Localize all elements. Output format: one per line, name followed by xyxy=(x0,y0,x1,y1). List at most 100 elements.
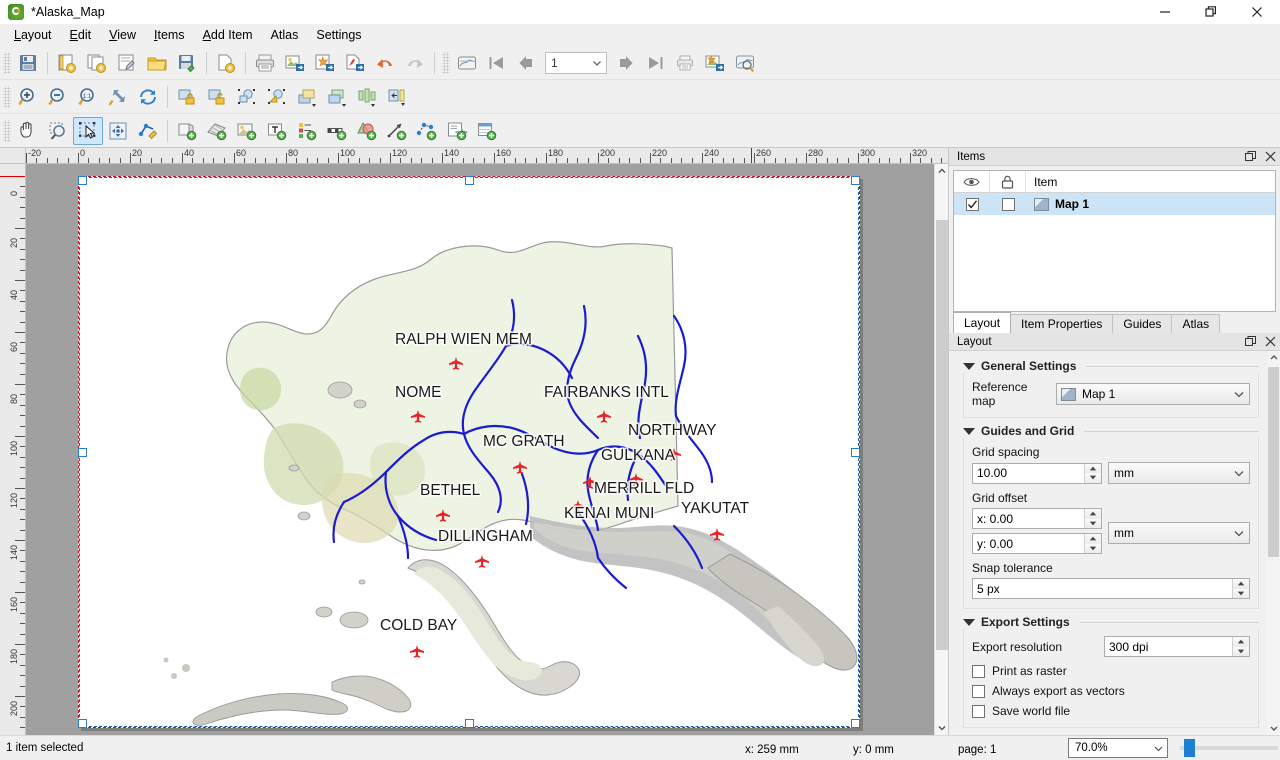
eye-icon[interactable] xyxy=(954,170,990,193)
print-icon[interactable] xyxy=(250,49,280,77)
open-template-icon[interactable] xyxy=(142,49,172,77)
snap-tolerance-input[interactable]: 5 px xyxy=(972,578,1250,599)
zoom-actual-icon[interactable]: 1:1 xyxy=(73,83,103,111)
scroll-thumb[interactable] xyxy=(936,220,948,650)
ungroup-items-icon[interactable] xyxy=(262,83,292,111)
items-table[interactable]: Item Map 1 xyxy=(953,170,1276,312)
menu-edit[interactable]: Edit xyxy=(61,26,101,45)
export-image-icon[interactable] xyxy=(280,49,310,77)
add-shape-icon[interactable] xyxy=(352,117,382,145)
atlas-page-spinner[interactable]: 1 xyxy=(545,51,607,74)
resize-handle-s[interactable] xyxy=(465,719,474,728)
atlas-export-image-icon[interactable] xyxy=(700,49,730,77)
collapse-triangle-icon[interactable] xyxy=(963,362,975,370)
stepper-up-icon[interactable] xyxy=(1233,579,1249,589)
collapse-triangle-icon[interactable] xyxy=(963,618,975,626)
chevron-down-icon[interactable] xyxy=(1229,388,1249,400)
zoom-tool-icon[interactable] xyxy=(43,117,73,145)
atlas-settings-icon[interactable] xyxy=(730,49,760,77)
zoom-in-icon[interactable] xyxy=(13,83,43,111)
menu-settings[interactable]: Settings xyxy=(307,26,370,45)
export-svg-icon[interactable] xyxy=(310,49,340,77)
stepper-up-icon[interactable] xyxy=(1085,534,1101,544)
resize-handle-sw[interactable] xyxy=(78,719,87,728)
select-move-item-icon[interactable] xyxy=(73,116,103,145)
add-map-icon[interactable] xyxy=(172,117,202,145)
add-label-icon[interactable] xyxy=(262,117,292,145)
zoom-level-combo[interactable]: 70.0% xyxy=(1068,738,1168,758)
edit-nodes-icon[interactable] xyxy=(133,117,163,145)
row-visibility-checkbox[interactable] xyxy=(954,193,990,215)
move-item-content-icon[interactable] xyxy=(103,117,133,145)
layout-panel-scrollbar[interactable] xyxy=(1267,351,1280,735)
atlas-toolbar-grip[interactable] xyxy=(442,51,450,74)
grid-offset-unit-combo[interactable]: mm xyxy=(1108,521,1250,544)
stepper-down-icon[interactable] xyxy=(1085,473,1101,483)
snap-tolerance-stepper[interactable] xyxy=(1232,579,1249,598)
group-items-icon[interactable] xyxy=(232,83,262,111)
grid-offset-x-input[interactable]: x: 0.00 xyxy=(972,508,1102,529)
scroll-up-icon[interactable] xyxy=(1267,351,1280,364)
row-lock-checkbox[interactable] xyxy=(990,193,1026,215)
atlas-first-feature-icon[interactable] xyxy=(482,49,512,77)
save-icon[interactable] xyxy=(13,49,43,77)
chevron-down-icon[interactable] xyxy=(1229,467,1249,479)
grid-spacing-unit-combo[interactable]: mm xyxy=(1108,462,1250,484)
tab-atlas[interactable]: Atlas xyxy=(1171,314,1221,333)
pan-layout-icon[interactable] xyxy=(13,117,43,145)
tab-item-properties[interactable]: Item Properties xyxy=(1010,314,1114,333)
add-attribute-table-icon[interactable] xyxy=(472,117,502,145)
menu-items[interactable]: Items xyxy=(145,26,194,45)
stepper-up-icon[interactable] xyxy=(1085,463,1101,473)
close-icon[interactable] xyxy=(1234,0,1280,24)
table-row[interactable]: Map 1 xyxy=(954,193,1275,215)
add-arrow-icon[interactable] xyxy=(382,117,412,145)
duplicate-layout-icon[interactable] xyxy=(82,49,112,77)
layout-manager-icon[interactable] xyxy=(112,49,142,77)
save-world-file-row[interactable]: Save world file xyxy=(972,704,1250,718)
stepper-down-icon[interactable] xyxy=(1085,543,1101,553)
row-item-cell[interactable]: Map 1 xyxy=(1026,193,1275,215)
guides-and-grid-header[interactable]: Guides and Grid xyxy=(963,424,1259,438)
layout-panel-close-icon[interactable] xyxy=(1260,333,1280,351)
grid-spacing-input[interactable]: 10.00 xyxy=(972,462,1102,484)
restore-icon[interactable] xyxy=(1188,0,1234,24)
chevron-down-icon[interactable] xyxy=(588,57,606,69)
save-world-file-checkbox[interactable] xyxy=(972,704,985,718)
resize-handle-w[interactable] xyxy=(78,448,87,457)
export-resolution-stepper[interactable] xyxy=(1232,637,1249,656)
stepper-down-icon[interactable] xyxy=(1233,646,1249,656)
add-legend-icon[interactable] xyxy=(292,117,322,145)
always-export-as-vectors-checkbox[interactable] xyxy=(972,684,985,698)
lock-icon[interactable] xyxy=(990,170,1026,193)
scroll-down-icon[interactable] xyxy=(1267,722,1280,735)
reference-map-combo[interactable]: Map 1 xyxy=(1056,383,1250,405)
new-from-template-icon[interactable] xyxy=(211,49,241,77)
add-scalebar-icon[interactable] xyxy=(322,117,352,145)
new-layout-icon[interactable] xyxy=(52,49,82,77)
horizontal-ruler[interactable]: -20 0 20 40 60 80 100 120 140 160 180 200 220 240 260 2… xyxy=(26,148,948,164)
align-items-icon[interactable] xyxy=(352,83,382,111)
print-as-raster-row[interactable]: Print as raster xyxy=(972,664,1250,678)
atlas-print-icon[interactable] xyxy=(670,49,700,77)
layout-panel-float-icon[interactable] xyxy=(1240,333,1260,351)
chevron-down-icon[interactable] xyxy=(1149,743,1167,754)
zoom-out-icon[interactable] xyxy=(43,83,73,111)
lock-items-icon[interactable] xyxy=(172,83,202,111)
scroll-up-icon[interactable] xyxy=(935,164,948,178)
resize-handle-e[interactable] xyxy=(851,448,860,457)
items-panel-close-icon[interactable] xyxy=(1260,148,1280,166)
unlock-all-icon[interactable] xyxy=(202,83,232,111)
minimize-icon[interactable] xyxy=(1142,0,1188,24)
refresh-icon[interactable] xyxy=(133,83,163,111)
print-as-raster-checkbox[interactable] xyxy=(972,664,985,678)
export-resolution-input[interactable]: 300 dpi xyxy=(1104,636,1250,657)
export-settings-header[interactable]: Export Settings xyxy=(963,615,1259,629)
atlas-preview-icon[interactable] xyxy=(452,49,482,77)
map-item-map1[interactable]: RALPH WIEN MEM RALPH WIEN MEM NOME NOME FAIR… xyxy=(78,176,860,728)
zoom-slider-knob[interactable] xyxy=(1184,739,1195,757)
distribute-items-icon[interactable] xyxy=(382,83,412,111)
save-as-template-icon[interactable] xyxy=(172,49,202,77)
chevron-down-icon[interactable] xyxy=(1229,527,1249,539)
zoom-slider[interactable] xyxy=(1180,738,1278,758)
